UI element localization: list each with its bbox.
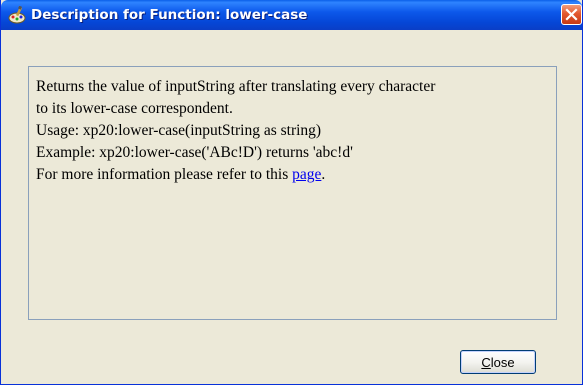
title-bar[interactable]: Description for Function: lower-case bbox=[1, 0, 582, 30]
page-link[interactable]: page bbox=[292, 166, 321, 183]
description-text: Returns the value of inputString after t… bbox=[36, 76, 435, 186]
close-x-icon[interactable] bbox=[561, 4, 582, 25]
close-button-label: lose bbox=[490, 354, 515, 370]
description-line: to its lower-case correspondent. bbox=[36, 100, 233, 117]
more-info-prefix: For more information please refer to thi… bbox=[36, 166, 293, 183]
close-button-mnemonic: C bbox=[481, 354, 491, 370]
example-line: Example: xp20:lower-case('ABc!D') return… bbox=[36, 144, 353, 161]
function-wizard-icon bbox=[7, 5, 27, 24]
usage-line: Usage: xp20:lower-case(inputString as st… bbox=[36, 122, 322, 139]
description-panel: Returns the value of inputString after t… bbox=[28, 66, 557, 320]
dialog-window: Description for Function: lower-case Ret… bbox=[0, 0, 583, 385]
more-info-suffix: . bbox=[321, 166, 326, 183]
window-title: Description for Function: lower-case bbox=[31, 7, 308, 23]
more-info-line: For more information please refer to thi… bbox=[36, 164, 435, 186]
close-button[interactable]: Close bbox=[460, 350, 536, 374]
description-line: Returns the value of inputString after t… bbox=[36, 78, 436, 95]
